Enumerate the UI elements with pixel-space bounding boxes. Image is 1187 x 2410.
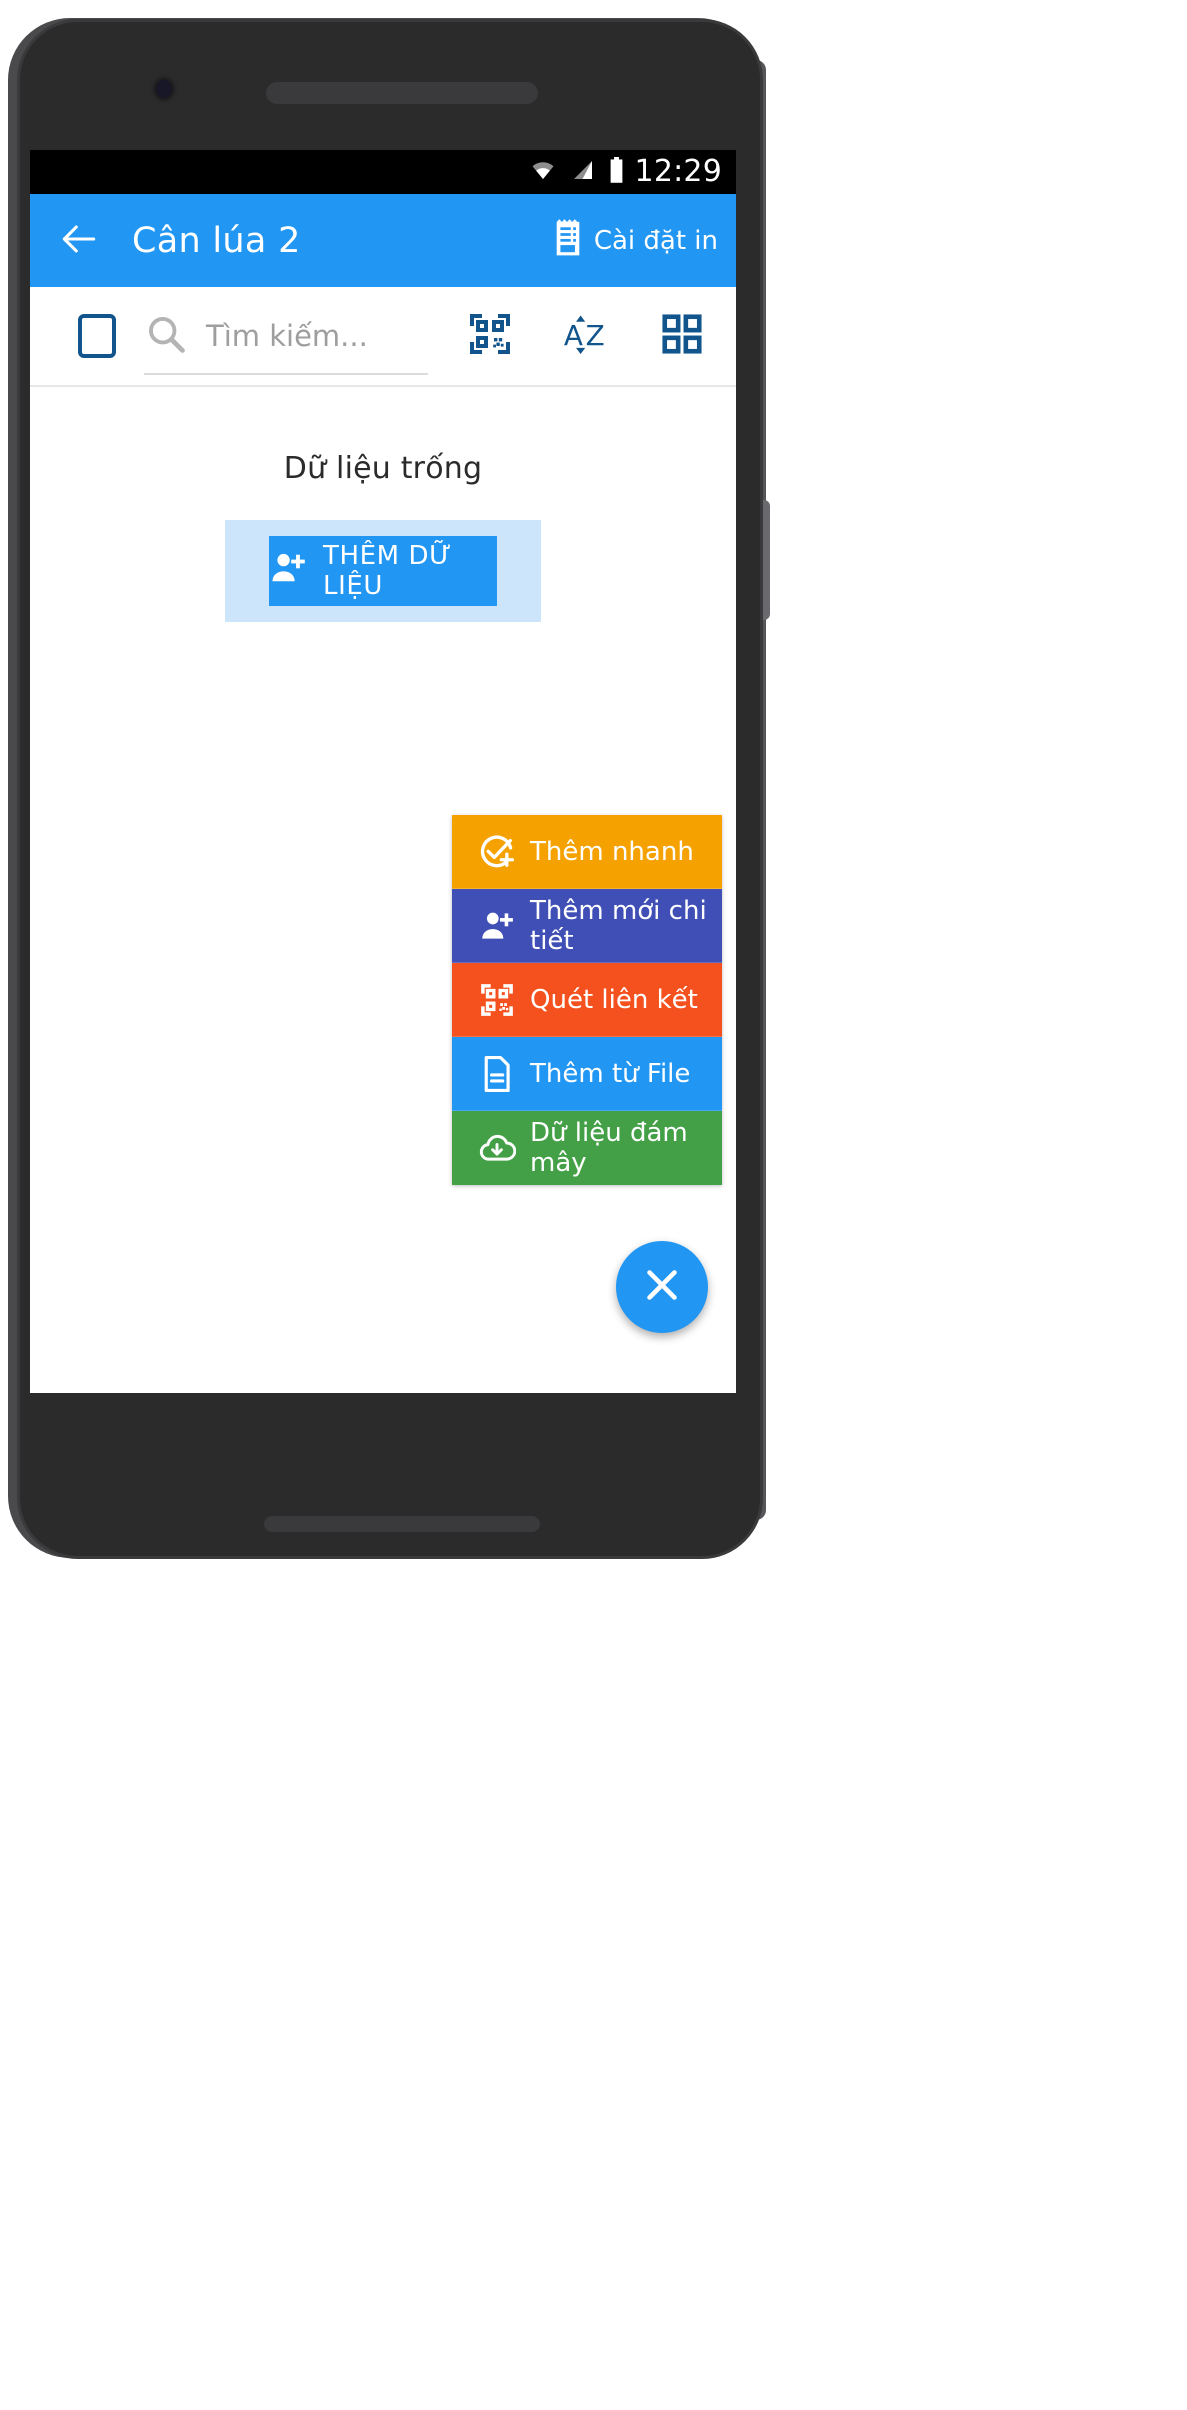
search-toolbar: Tìm kiếm... A Z [30,287,736,385]
cloud-download-icon [478,1129,516,1167]
content-area: Dữ liệu trống THÊM DỮ LIỆU Thêm nhanh Th… [30,387,736,1393]
menu-item-label: Dữ liệu đám mây [530,1118,688,1178]
screenshot-root: 12:29 Cân lúa 2 Cài đặt in Tìm kiếm... A… [0,0,1187,2410]
speed-dial-menu: Thêm nhanh Thêm mới chi tiết Quét liên k… [452,815,722,1185]
add-data-button[interactable]: THÊM DỮ LIỆU [269,536,497,606]
add-data-panel: THÊM DỮ LIỆU [225,520,541,622]
menu-item-detailed-add[interactable]: Thêm mới chi tiết [452,889,722,963]
battery-icon [608,156,625,188]
svg-text:A: A [564,319,583,352]
search-input[interactable]: Tìm kiếm... [206,319,368,353]
app-bar: Cân lúa 2 Cài đặt in [30,194,736,287]
qr-scan-icon [466,310,514,362]
menu-item-label: Thêm nhanh [530,836,694,867]
menu-item-add-from-file[interactable]: Thêm từ File [452,1037,722,1111]
sort-az-button[interactable]: A Z [538,287,634,385]
search-underline [144,373,428,375]
check-circle-plus-icon [478,833,516,871]
grid-view-icon [659,311,705,361]
select-all-checkbox[interactable] [78,314,116,358]
status-bar: 12:29 [30,150,736,194]
menu-item-label: Quét liên kết [530,984,698,1015]
empty-state-title: Dữ liệu trống [283,451,483,486]
print-settings-label: Cài đặt in [593,225,718,256]
menu-item-scan-link[interactable]: Quét liên kết [452,963,722,1037]
status-bar-clock: 12:29 [634,154,722,189]
menu-item-quick-add[interactable]: Thêm nhanh [452,815,722,889]
signal-icon [569,158,597,186]
file-document-icon [478,1055,516,1093]
grid-view-button[interactable] [634,287,730,385]
phone-screen: 12:29 Cân lúa 2 Cài đặt in Tìm kiếm... A… [30,150,736,1393]
wifi-icon [528,158,558,186]
close-fab-button[interactable] [616,1241,708,1333]
qr-scan-button[interactable] [442,287,538,385]
toolbar-actions: A Z [442,287,730,385]
search-field[interactable]: Tìm kiếm... [144,287,442,385]
qr-scan-icon [478,981,516,1019]
menu-item-label: Thêm từ File [530,1058,691,1089]
person-add-icon [478,907,516,945]
bottom-speaker [264,1516,540,1532]
back-button[interactable] [52,214,106,268]
add-data-label: THÊM DỮ LIỆU [323,541,453,601]
earpiece-speaker [266,82,538,104]
print-settings-button[interactable]: Cài đặt in [551,216,718,265]
back-arrow-icon [57,217,101,265]
search-icon [144,312,188,360]
receipt-printer-icon [551,216,585,265]
front-camera [156,80,172,98]
sort-az-icon: A Z [561,309,611,363]
menu-item-label: Thêm mới chi tiết [530,895,707,956]
svg-text:Z: Z [586,319,605,352]
page-title: Cân lúa 2 [132,220,301,261]
person-add-icon [269,549,307,594]
menu-item-cloud-data[interactable]: Dữ liệu đám mây [452,1111,722,1185]
status-icons [528,156,625,188]
close-icon [639,1262,685,1312]
phone-power-button [762,500,770,620]
